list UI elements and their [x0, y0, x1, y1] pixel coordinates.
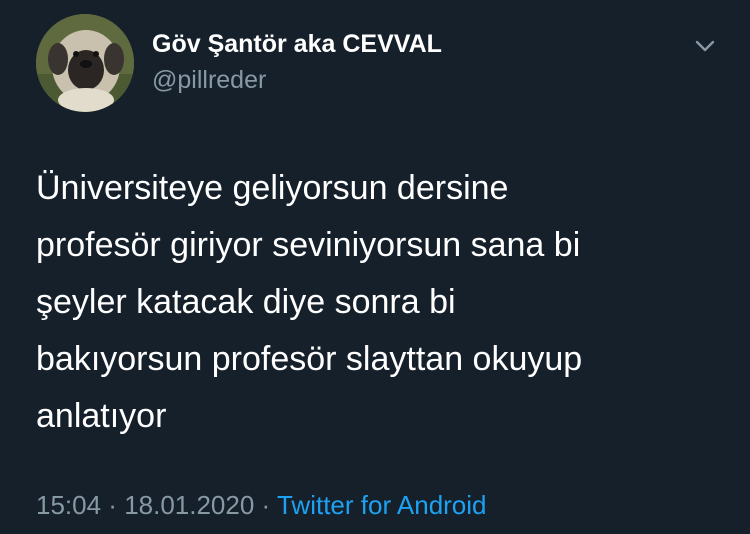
user-handle[interactable]: @pillreder [152, 66, 266, 95]
tweet-date[interactable]: 18.01.2020 [124, 490, 254, 520]
tweet-text: Üniversiteye geliyorsun dersine profesör… [36, 160, 726, 445]
tweet-card: Göv Şantör aka CEVVAL @pillreder Ünivers… [0, 0, 750, 534]
tweet-text-line: bakıyorsun profesör slayttan okuyup [36, 340, 583, 378]
chevron-down-icon[interactable] [690, 34, 720, 58]
tweet-text-line: Üniversiteye geliyorsun dersine [36, 169, 509, 207]
display-name[interactable]: Göv Şantör aka CEVVAL [152, 30, 442, 59]
meta-separator: · [254, 490, 277, 520]
tweet-source-link[interactable]: Twitter for Android [277, 490, 487, 520]
tweet-text-line: profesör giriyor seviniyorsun sana bi [36, 226, 581, 264]
puppy-avatar-icon [36, 14, 134, 112]
avatar[interactable] [36, 14, 134, 112]
tweet-text-line: şeyler katacak diye sonra bi [36, 283, 456, 321]
tweet-text-line: anlatıyor [36, 397, 167, 435]
meta-separator: · [101, 490, 125, 520]
tweet-time[interactable]: 15:04 [36, 490, 101, 520]
tweet-metadata: 15:04 · 18.01.2020 · Twitter for Android [36, 490, 487, 521]
